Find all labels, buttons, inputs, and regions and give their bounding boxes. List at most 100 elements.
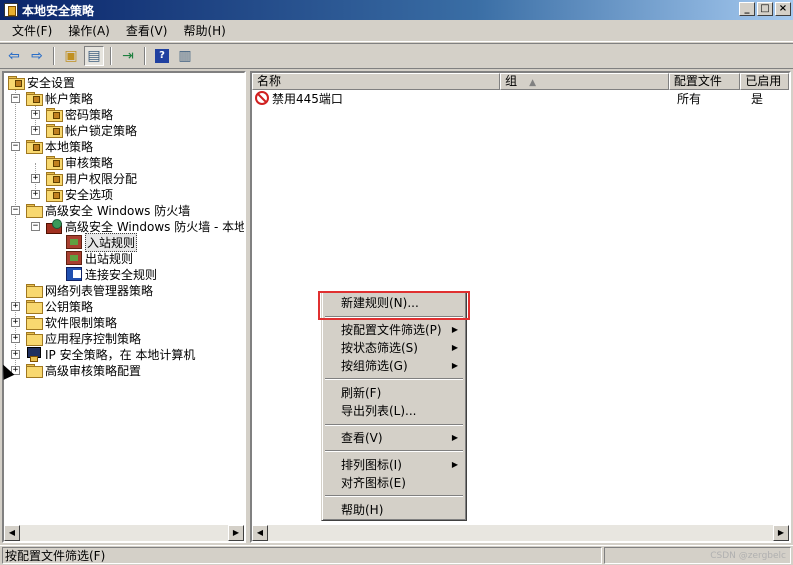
menu-view[interactable]: 查看(V) (118, 22, 176, 39)
tree-item-network-list[interactable]: 网络列表管理器策略 (26, 282, 153, 298)
menu-separator (325, 450, 463, 452)
menu-view[interactable]: 查看(V) ▶ (324, 429, 464, 447)
properties-icon[interactable]: ▥ (175, 46, 195, 66)
tree-label: 出站规则 (85, 251, 134, 266)
tree-item-lockout-policy[interactable]: 帐户锁定策略 (46, 122, 137, 138)
tree-item-account-policies[interactable]: 帐户策略 (26, 90, 93, 106)
tree-label: 应用程序控制策略 (45, 331, 142, 346)
column-profile[interactable]: 配置文件 (668, 73, 741, 90)
tree-item-advanced-audit[interactable]: 高级审核策略配置 (26, 362, 141, 378)
scroll-left-button[interactable]: ◀ (4, 525, 20, 541)
highlight-annotation (318, 291, 470, 320)
list-horizontal-scrollbar[interactable]: ◀ ▶ (252, 525, 789, 541)
forward-arrow-icon[interactable]: ⇨ (27, 46, 47, 66)
tree-label: 连接安全规则 (85, 267, 158, 282)
export-list-icon[interactable]: ⇥ (118, 46, 138, 66)
close-button[interactable]: × (775, 2, 791, 16)
expand-icon[interactable]: + (31, 110, 40, 119)
menu-separator (325, 495, 463, 497)
toolbar-separator (53, 47, 55, 65)
expand-icon[interactable]: + (31, 174, 40, 183)
folder-lock-icon (46, 124, 63, 138)
menu-label: 按配置文件筛选(P) (341, 323, 442, 337)
column-enabled[interactable]: 已启用 (740, 73, 789, 90)
collapse-icon[interactable]: − (11, 206, 20, 215)
minimize-button[interactable]: _ (739, 2, 755, 16)
tree-item-firewall-local[interactable]: 高级安全 Windows 防火墙 - 本地 (46, 218, 244, 234)
scroll-right-button[interactable]: ▶ (773, 525, 789, 541)
submenu-arrow-icon: ▶ (451, 433, 458, 442)
tree-horizontal-scrollbar[interactable]: ◀ ▶ (4, 525, 244, 541)
tree-item-local-policies[interactable]: 本地策略 (26, 138, 93, 154)
tree-item-public-key[interactable]: 公钥策略 (26, 298, 93, 314)
scroll-track[interactable] (268, 525, 773, 541)
up-folder-icon[interactable]: ▣ (61, 46, 81, 66)
scroll-right-button[interactable]: ▶ (228, 525, 244, 541)
column-name[interactable]: 名称 (252, 73, 501, 90)
show-hide-tree-icon[interactable]: ▤ (84, 46, 104, 66)
tree-item-security-options[interactable]: 安全选项 (46, 186, 113, 202)
menu-refresh[interactable]: 刷新(F) (324, 384, 464, 402)
rule-enabled: 是 (751, 92, 764, 106)
menu-filter-group[interactable]: 按组筛选(G) ▶ (324, 357, 464, 375)
menu-action[interactable]: 操作(A) (60, 22, 118, 39)
toolbar-separator (110, 47, 112, 65)
maximize-button[interactable]: □ (757, 2, 773, 16)
collapse-icon[interactable]: − (11, 94, 20, 103)
menu-label: 按组筛选(G) (341, 359, 408, 373)
tree-item-audit-policy[interactable]: 审核策略 (46, 154, 113, 170)
tree-item-user-rights[interactable]: 用户权限分配 (46, 170, 137, 186)
tree-item-software-restriction[interactable]: 软件限制策略 (26, 314, 117, 330)
folder-lock-icon (46, 188, 63, 202)
watermark: CSDN @zergbelc (604, 547, 791, 564)
connection-rule-icon (66, 267, 82, 281)
tree-label: IP 安全策略，在 本地计算机 (45, 347, 196, 362)
expand-icon[interactable]: + (11, 318, 20, 327)
tree-label: 高级审核策略配置 (45, 363, 142, 378)
expand-icon[interactable]: + (11, 350, 20, 359)
collapse-icon[interactable]: − (11, 142, 20, 151)
menu-filter-profile[interactable]: 按配置文件筛选(P) ▶ (324, 321, 464, 339)
folder-icon (26, 316, 43, 330)
menu-export-list[interactable]: 导出列表(L)... (324, 402, 464, 420)
tree-item-security-settings[interactable]: 安全设置 (8, 74, 75, 90)
inbound-rule-icon (66, 235, 82, 249)
folder-icon (26, 284, 43, 298)
tree-item-password-policy[interactable]: 密码策略 (46, 106, 113, 122)
tree-pane[interactable]: 安全设置 − 帐户策略 + 密码策略 + 帐户锁定策略 − 本地策略 审核策略 … (2, 71, 246, 543)
tree-label: 公钥策略 (45, 299, 94, 314)
scroll-track[interactable] (20, 525, 228, 541)
collapse-icon[interactable]: − (31, 222, 40, 231)
block-rule-icon (255, 91, 269, 105)
menu-filter-state[interactable]: 按状态筛选(S) ▶ (324, 339, 464, 357)
tree-item-ipsec[interactable]: IP 安全策略，在 本地计算机 (26, 346, 195, 362)
column-group-label: 组 (505, 74, 518, 88)
back-arrow-icon[interactable]: ⇦ (4, 46, 24, 66)
tree-label: 软件限制策略 (45, 315, 118, 330)
tree-item-inbound-rules[interactable]: 入站规则 (66, 232, 138, 252)
tree-label: 用户权限分配 (65, 171, 138, 186)
tree-item-firewall[interactable]: 高级安全 Windows 防火墙 (26, 202, 190, 218)
expand-icon[interactable]: + (11, 302, 20, 311)
expand-icon[interactable]: + (11, 334, 20, 343)
help-icon[interactable]: ? (152, 46, 172, 66)
menu-help[interactable]: 帮助(H) (324, 501, 464, 519)
expand-icon[interactable]: + (31, 126, 40, 135)
folder-icon (26, 364, 43, 378)
scroll-left-button[interactable]: ◀ (252, 525, 268, 541)
menu-file[interactable]: 文件(F) (4, 22, 60, 39)
folder-lock-icon (26, 92, 43, 106)
expand-icon[interactable]: + (31, 190, 40, 199)
tree-item-outbound-rules[interactable]: 出站规则 (66, 250, 133, 266)
column-group[interactable]: 组 ▲ (500, 73, 669, 90)
firewall-icon (46, 219, 62, 234)
menu-arrange-icons[interactable]: 排列图标(I) ▶ (324, 456, 464, 474)
tree-item-app-control[interactable]: 应用程序控制策略 (26, 330, 141, 346)
folder-icon (26, 204, 43, 218)
table-row[interactable]: 禁用445端口 所有 是 (252, 91, 789, 108)
tree-item-connection-rules[interactable]: 连接安全规则 (66, 266, 157, 282)
outbound-rule-icon (66, 251, 82, 265)
folder-lock-icon (46, 172, 63, 186)
menu-help[interactable]: 帮助(H) (175, 22, 233, 39)
menu-align-icons[interactable]: 对齐图标(E) (324, 474, 464, 492)
